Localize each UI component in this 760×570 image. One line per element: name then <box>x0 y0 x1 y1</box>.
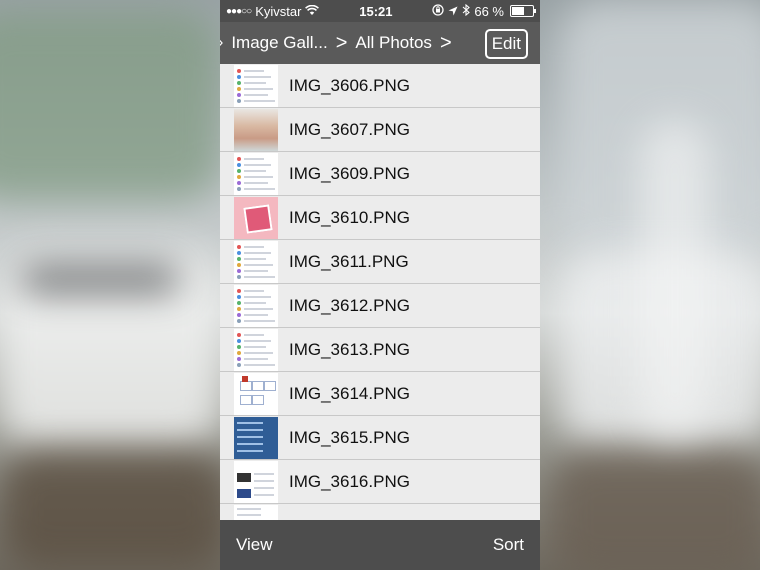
thumbnail-image <box>234 504 278 520</box>
list-item[interactable]: IMG_3611.PNG <box>220 240 540 284</box>
location-icon <box>448 4 458 19</box>
file-name: IMG_3609.PNG <box>289 163 410 183</box>
bluetooth-icon <box>462 3 471 19</box>
list-item[interactable]: IMG_3609.PNG <box>220 152 540 196</box>
breadcrumb-all-photos[interactable]: All Photos <box>355 33 432 53</box>
status-bar: ●●●○○ Kyivstar 15:21 66 % <box>220 0 540 22</box>
file-list: IMG_3606.PNG IMG_3607.PNG IMG_3609.PNG IMG_… <box>220 64 540 520</box>
thumbnail-image <box>234 416 278 459</box>
list-item[interactable]: IMG_3607.PNG <box>220 108 540 152</box>
breadcrumb-image-gallery[interactable]: Image Gall... <box>231 33 327 53</box>
thumbnail-image <box>234 152 278 195</box>
thumbnail-image <box>234 372 278 415</box>
list-item[interactable]: IMG_3616.PNG <box>220 460 540 504</box>
clock: 15:21 <box>359 3 393 19</box>
breadcrumb: › Image Gall... > All Photos > <box>220 32 460 55</box>
file-name: IMG_3616.PNG <box>289 471 410 491</box>
battery-percent: 66 % <box>474 3 504 19</box>
list-item-partial[interactable] <box>220 504 540 520</box>
thumbnail-image <box>234 284 278 327</box>
battery-icon <box>509 5 536 17</box>
file-name: IMG_3612.PNG <box>289 295 410 315</box>
list-item[interactable]: IMG_3613.PNG <box>220 328 540 372</box>
navigation-bar: › Image Gall... > All Photos > Edit <box>220 22 540 64</box>
file-name: IMG_3615.PNG <box>289 427 410 447</box>
list-item[interactable]: IMG_3615.PNG <box>220 416 540 460</box>
list-item[interactable]: IMG_3610.PNG <box>220 196 540 240</box>
file-name: IMG_3613.PNG <box>289 339 410 359</box>
view-button[interactable]: View <box>236 535 273 555</box>
chevron-right-icon: > <box>335 31 348 54</box>
file-name: IMG_3610.PNG <box>289 207 410 227</box>
phone-screen: ●●●○○ Kyivstar 15:21 66 % › Image Gall..… <box>220 0 540 570</box>
thumbnail-image <box>234 64 278 107</box>
file-name: IMG_3607.PNG <box>289 119 410 139</box>
thumbnail-image <box>234 460 278 503</box>
thumbnail-image <box>234 196 278 239</box>
file-name: IMG_3614.PNG <box>289 383 410 403</box>
carrier-name: Kyivstar <box>255 3 302 19</box>
list-item[interactable]: IMG_3614.PNG <box>220 372 540 416</box>
file-name: IMG_3611.PNG <box>289 251 409 271</box>
wifi-icon <box>305 4 320 19</box>
sort-button[interactable]: Sort <box>493 535 524 555</box>
thumbnail-image <box>234 328 278 371</box>
list-item[interactable]: IMG_3606.PNG <box>220 64 540 108</box>
signal-strength-icon: ●●●○○ <box>226 5 252 17</box>
thumbnail-image <box>234 240 278 283</box>
back-chevron-icon[interactable]: › <box>220 34 223 52</box>
rotation-lock-icon <box>432 3 444 19</box>
edit-button[interactable]: Edit <box>484 29 528 59</box>
bottom-toolbar: View Sort <box>220 520 540 570</box>
thumbnail-image <box>234 108 278 151</box>
list-item[interactable]: IMG_3612.PNG <box>220 284 540 328</box>
chevron-right-icon: > <box>439 31 452 54</box>
file-name: IMG_3606.PNG <box>289 75 410 95</box>
